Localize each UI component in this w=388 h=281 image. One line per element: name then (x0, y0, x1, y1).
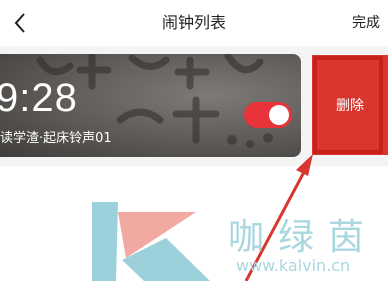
back-button[interactable] (6, 6, 34, 40)
alarm-toggle[interactable] (244, 102, 292, 128)
alarm-item[interactable]: 9:28 读学渣·起床铃声01 (0, 54, 301, 157)
watermark-brand: 咖绿茵 (228, 217, 379, 258)
nav-bar: 闹钟列表 完成 (0, 0, 388, 46)
alarm-time: 9:28 (0, 76, 78, 120)
watermark-url: www.kalvin.cn (236, 256, 351, 275)
highlight-box (313, 56, 383, 154)
page-title: 闹钟列表 (161, 13, 226, 32)
toggle-knob (269, 105, 289, 125)
watermark-logo (92, 202, 210, 281)
alarm-ringtone-label: 读学渣·起床铃声01 (0, 131, 112, 146)
done-button[interactable]: 完成 (352, 0, 380, 46)
chevron-left-icon (14, 13, 25, 33)
